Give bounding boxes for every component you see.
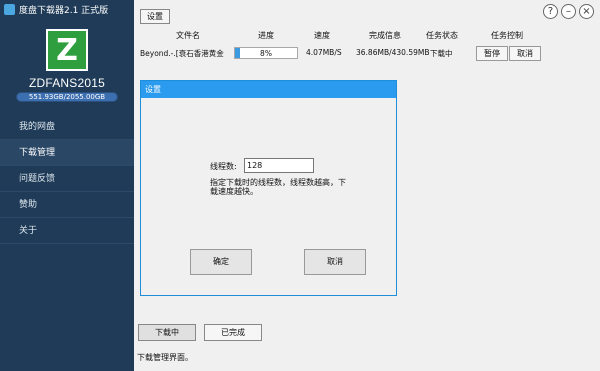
pause-button[interactable]: 暂停	[476, 46, 508, 61]
sidebar-item-downloads[interactable]: 下载管理	[0, 140, 134, 166]
app-icon	[4, 4, 15, 15]
main-panel: ? – × 设置 文件名 进度 速度 完成信息 任务状态 任务控制 Beyond…	[134, 0, 600, 371]
table-row[interactable]: Beyond.-.[衰石香港黄金 8% 4.07MB/S 36.86MB/430…	[134, 44, 600, 64]
settings-button[interactable]: 设置	[140, 9, 170, 24]
ok-button[interactable]: 确定	[190, 249, 252, 275]
dialog-title: 设置	[141, 81, 396, 98]
dialog-cancel-button[interactable]: 取消	[304, 249, 366, 275]
settings-dialog: 设置 线程数: 128 指定下载时的线程数，线程数越高，下载速度越快。 确定 取…	[140, 80, 397, 296]
thread-count-note: 指定下载时的线程数，线程数越高，下载速度越快。	[210, 178, 346, 196]
row-status: 下载中	[430, 49, 453, 58]
status-text: 下载管理界面。	[137, 353, 193, 362]
storage-quota: 551.93GB/2055.00GB	[16, 92, 118, 102]
sidebar-item-feedback[interactable]: 问题反馈	[0, 166, 134, 192]
progress-bar: 8%	[234, 47, 298, 59]
row-done: 36.86MB/430.59MB	[356, 48, 430, 57]
row-filename: Beyond.-.[衰石香港黄金	[140, 49, 224, 58]
col-done: 完成信息	[369, 31, 401, 40]
col-status: 任务状态	[426, 31, 458, 40]
tab-downloading[interactable]: 下载中	[138, 324, 196, 341]
progress-label: 8%	[260, 49, 272, 58]
tab-completed[interactable]: 已完成	[204, 324, 262, 341]
col-control: 任务控制	[491, 31, 523, 40]
sidebar: 度盘下载器2.1 正式版 Z ZDFANS2015 551.93GB/2055.…	[0, 0, 134, 371]
sidebar-item-my-disk[interactable]: 我的网盘	[0, 114, 134, 140]
col-progress: 进度	[258, 31, 274, 40]
sidebar-nav: 我的网盘 下载管理 问题反馈 赞助 关于	[0, 114, 134, 244]
app-title: 度盘下载器2.1 正式版	[4, 3, 108, 16]
col-filename: 文件名	[176, 31, 200, 40]
username: ZDFANS2015	[28, 76, 106, 90]
row-speed: 4.07MB/S	[306, 48, 342, 57]
help-icon[interactable]: ?	[543, 4, 558, 19]
col-speed: 速度	[314, 31, 330, 40]
thread-count-input[interactable]: 128	[244, 158, 314, 173]
cancel-task-button[interactable]: 取消	[509, 46, 541, 61]
close-icon[interactable]: ×	[579, 4, 594, 19]
logo: Z	[46, 29, 88, 71]
minimize-icon[interactable]: –	[561, 4, 576, 19]
table-header: 文件名 进度 速度 完成信息 任务状态 任务控制	[134, 30, 600, 44]
thread-count-label: 线程数:	[210, 162, 237, 171]
download-table: 文件名 进度 速度 完成信息 任务状态 任务控制 Beyond.-.[衰石香港黄…	[134, 30, 600, 64]
app-title-text: 度盘下载器2.1 正式版	[19, 6, 109, 16]
sidebar-item-about[interactable]: 关于	[0, 218, 134, 244]
window-controls: ? – ×	[543, 4, 594, 19]
sidebar-item-sponsor[interactable]: 赞助	[0, 192, 134, 218]
